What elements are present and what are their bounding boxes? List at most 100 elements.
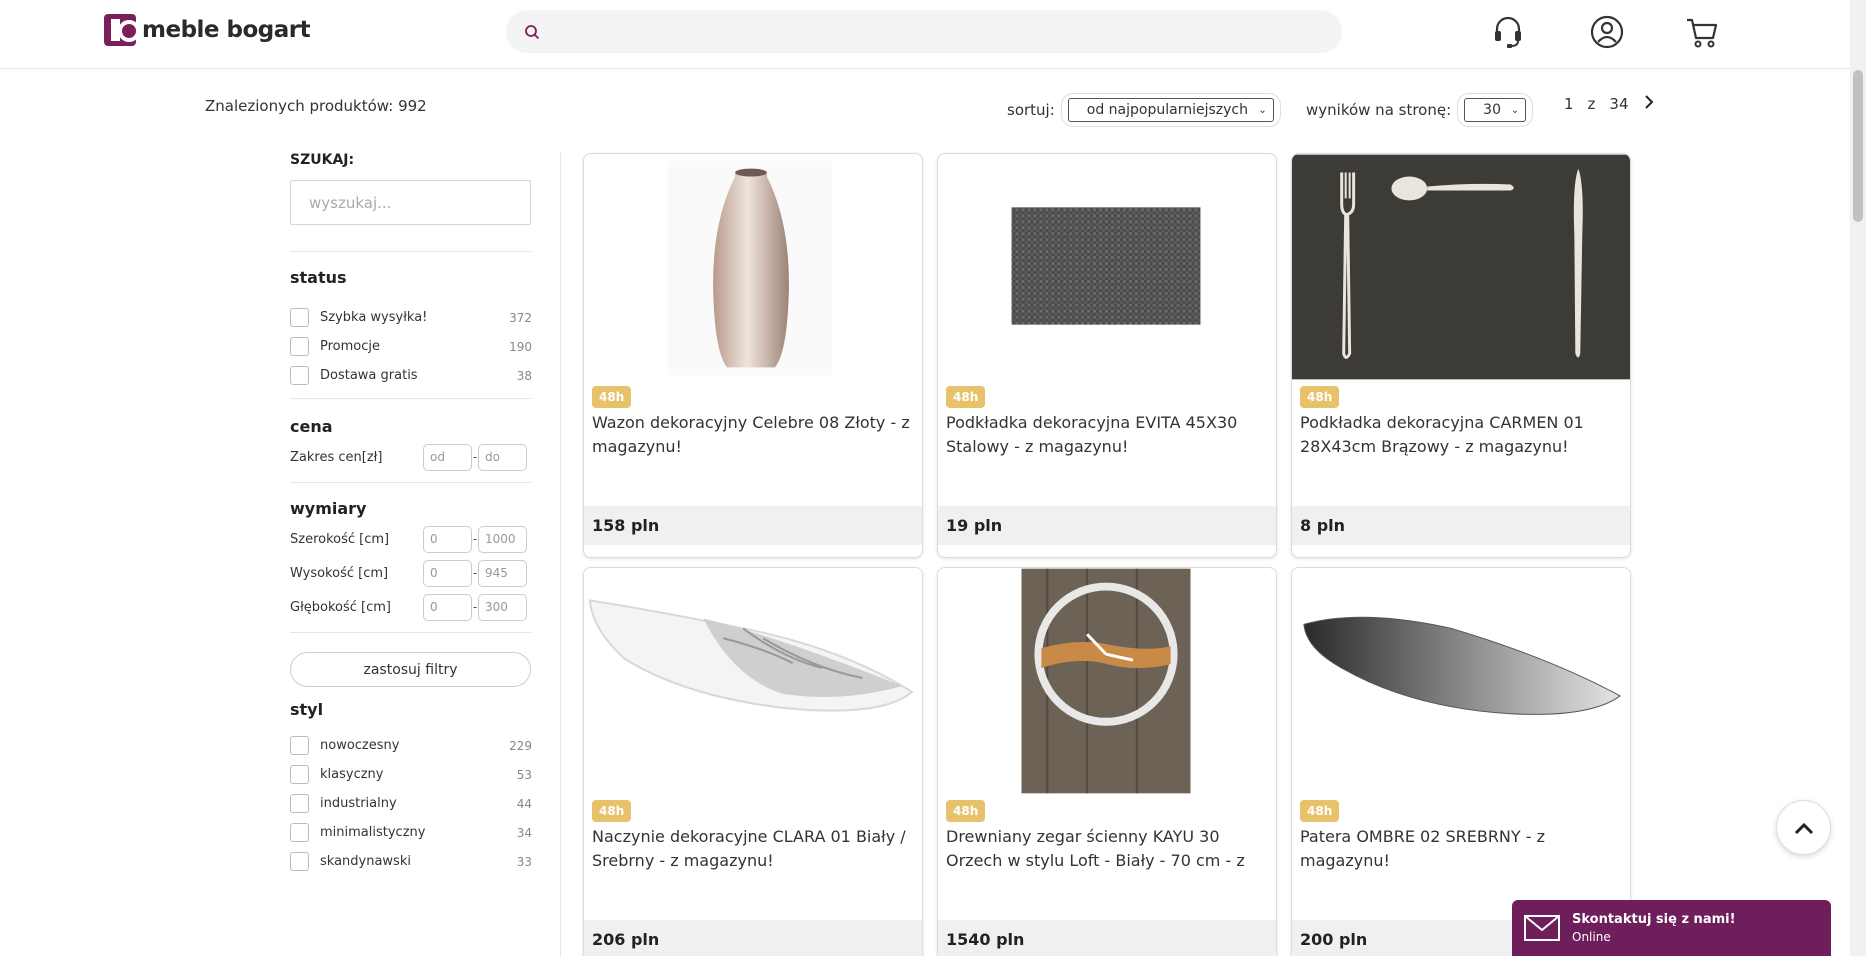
dim-from-input[interactable]: 0 [423,559,472,587]
contact-title: Skontaktuj się z nami! [1572,912,1736,927]
sort-select[interactable]: od najpopularniejszych ⌄ [1067,98,1274,122]
page-scrollbar[interactable] [1850,0,1866,956]
cart-icon[interactable] [1684,14,1720,50]
divider [290,632,531,633]
per-page-label: wyników na stronę: [1306,101,1452,119]
scrollbar-thumb[interactable] [1853,70,1863,222]
style-item-count: 229 [509,738,532,753]
badge-48h: 48h [592,800,632,822]
sidebar-search-label: SZUKAJ: [290,152,355,168]
apply-filters-button[interactable]: zastosuj filtry [290,652,531,687]
search-input[interactable] [506,10,1342,53]
pager-of: z [1587,95,1596,113]
next-page-icon[interactable] [1643,94,1655,114]
product-title[interactable]: Wazon dekoracyjny Celebre 08 Złoty - z m… [592,411,917,459]
dim-row-height: Wysokość [cm] 0 - 945 [290,556,532,590]
price-from-input[interactable]: od [423,443,472,471]
product-image-placemat[interactable] [938,154,1276,380]
sort-label: sortuj: [1007,101,1055,119]
style-item[interactable]: nowoczesny 229 [290,731,532,760]
logo[interactable]: meble bogart [104,14,311,46]
filter-sidebar: SZUKAJ: wyszukaj... status Szybka wysyłk… [290,152,532,876]
checkbox[interactable] [290,736,309,755]
status-item-label: Promocje [320,339,380,354]
style-item-count: 33 [516,854,532,869]
product-image-vase[interactable] [584,154,922,380]
checkbox[interactable] [290,366,309,385]
sidebar-search-input[interactable]: wyszukaj... [290,180,531,225]
checkbox[interactable] [290,823,309,842]
status-item[interactable]: Dostawa gratis 38 [290,361,532,390]
product-card[interactable]: 48h Podkładka dekoracyjna CARMEN 01 28X4… [1291,153,1631,558]
dims-list: Szerokość [cm] 0 - 1000 Wysokość [cm] 0 … [290,522,532,624]
per-page-control: wyników na stronę: 30 ⌄ [1306,90,1534,130]
sidebar-search-placeholder: wyszukaj... [309,193,392,212]
headset-icon[interactable] [1490,14,1526,50]
product-price: 206 pln [584,920,922,956]
dim-label: Głębokość [cm] [290,599,391,615]
product-card[interactable]: 48h Naczynie dekoracyjne CLARA 01 Biały … [583,567,923,956]
checkbox[interactable] [290,337,309,356]
product-title[interactable]: Podkładka dekoracyjna CARMEN 01 28X43cm … [1300,411,1625,459]
dim-from-input[interactable]: 0 [423,525,472,553]
status-item-label: Szybka wysyłka! [320,310,428,325]
dim-from-input[interactable]: 0 [423,593,472,621]
product-title[interactable]: Naczynie dekoracyjne CLARA 01 Biały / Sr… [592,825,917,873]
product-card[interactable]: 48h Drewniany zegar ścienny KAYU 30 Orze… [937,567,1277,956]
price-range-label: Zakres cen[zł] [290,449,383,465]
checkbox[interactable] [290,765,309,784]
style-item[interactable]: klasyczny 53 [290,760,532,789]
pager-current[interactable]: 1 [1564,95,1574,113]
price-heading: cena [290,417,333,436]
product-title[interactable]: Patera OMBRE 02 SREBRNY - z magazynu! [1300,825,1625,873]
pager-total[interactable]: 34 [1609,95,1628,113]
product-image-cutlery-placemat[interactable] [1292,154,1630,380]
product-price: 1540 pln [938,920,1276,956]
badge-48h: 48h [946,386,986,408]
dim-label: Wysokość [cm] [290,565,389,581]
style-item[interactable]: industrialny 44 [290,789,532,818]
style-heading: styl [290,700,324,719]
checkbox[interactable] [290,852,309,871]
scroll-to-top-button[interactable] [1776,800,1831,855]
sort-select-value: od najpopularniejszych [1086,102,1248,118]
dim-row-width: Szerokość [cm] 0 - 1000 [290,522,532,556]
found-count: Znalezionych produktów: 992 [205,97,427,115]
contact-status: Online [1572,930,1611,944]
product-image-clock[interactable] [938,568,1276,794]
badge-48h: 48h [946,800,986,822]
checkbox[interactable] [290,308,309,327]
style-item[interactable]: skandynawski 33 [290,847,532,876]
dims-heading: wymiary [290,499,367,518]
divider [290,251,531,252]
status-item[interactable]: Promocje 190 [290,332,532,361]
style-list: nowoczesny 229 klasyczny 53 industrialny… [290,731,532,876]
checkbox[interactable] [290,794,309,813]
style-item-label: nowoczesny [320,738,400,753]
product-price: 8 pln [1292,506,1630,545]
style-item[interactable]: minimalistyczny 34 [290,818,532,847]
status-item[interactable]: Szybka wysyłka! 372 [290,303,532,332]
dim-to-input[interactable]: 300 [478,593,527,621]
dim-to-input[interactable]: 1000 [478,525,527,553]
account-icon[interactable] [1589,14,1625,50]
per-page-select-wrap: 30 ⌄ [1457,93,1534,127]
badge-48h: 48h [1300,386,1340,408]
product-title[interactable]: Drewniany zegar ścienny KAYU 30 Orzech w… [946,825,1271,873]
logo-mark-icon [104,14,136,46]
product-card[interactable]: 48h Wazon dekoracyjny Celebre 08 Złoty -… [583,153,923,558]
per-page-select[interactable]: 30 ⌄ [1464,98,1527,122]
price-to-input[interactable]: do [478,443,527,471]
product-card[interactable]: 48h Podkładka dekoracyjna EVITA 45X30 St… [937,153,1277,558]
status-item-count: 190 [509,339,532,354]
contact-widget[interactable]: Skontaktuj się z nami! Online [1512,900,1831,956]
product-image-patera[interactable] [1292,568,1630,794]
price-range-row: Zakres cen[zł] od - do [290,440,532,474]
dim-row-depth: Głębokość [cm] 0 - 300 [290,590,532,624]
product-title[interactable]: Podkładka dekoracyjna EVITA 45X30 Stalow… [946,411,1271,459]
per-page-value: 30 [1483,102,1501,118]
dim-to-input[interactable]: 945 [478,559,527,587]
product-card[interactable]: 48h Patera OMBRE 02 SREBRNY - z magazynu… [1291,567,1631,956]
style-item-count: 44 [516,796,532,811]
product-image-bowl[interactable] [584,568,922,794]
